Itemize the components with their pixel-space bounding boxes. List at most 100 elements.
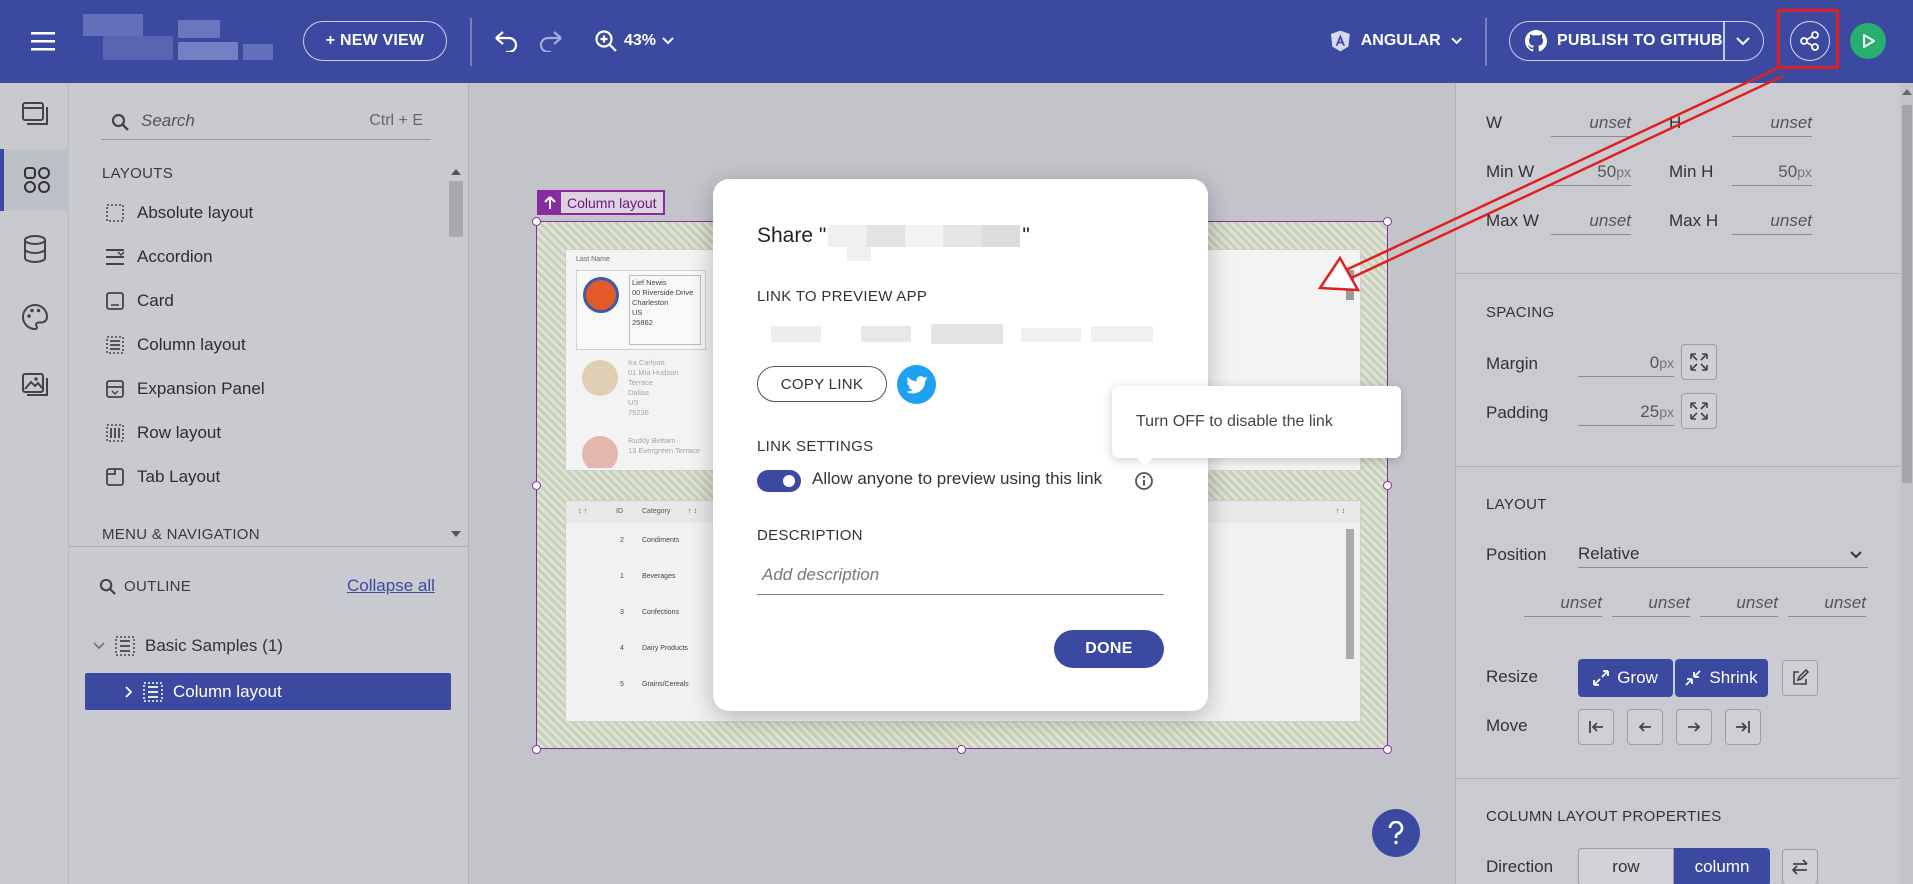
padding-input[interactable]: 25px xyxy=(1578,396,1674,426)
redacted-project-name xyxy=(847,247,871,261)
swap-direction-button[interactable] xyxy=(1782,849,1818,884)
absolute-layout-icon xyxy=(105,203,125,223)
margin-input[interactable]: 0px xyxy=(1578,347,1674,377)
position-label: Position xyxy=(1486,545,1547,564)
mini-card-city: Charleston xyxy=(632,298,669,307)
description-input[interactable]: Add description xyxy=(757,555,1164,595)
info-icon[interactable] xyxy=(1134,471,1154,491)
resize-handle[interactable] xyxy=(532,481,541,490)
mini-card-address: 01 Mia Hudson Terrace xyxy=(628,368,679,387)
scroll-down-icon[interactable] xyxy=(451,531,461,539)
scroll-up-icon[interactable] xyxy=(451,167,461,175)
framework-selector[interactable]: ANGULAR xyxy=(1330,26,1462,56)
position-select[interactable]: Relative xyxy=(1578,538,1868,568)
zoom-control[interactable]: 43% xyxy=(592,26,676,56)
allow-preview-toggle[interactable] xyxy=(757,470,801,492)
mini-cell: Confections xyxy=(642,609,679,616)
offset-bottom-input[interactable]: unset xyxy=(1700,587,1778,617)
components-scrollbar[interactable] xyxy=(447,167,465,541)
component-tab-layout[interactable]: Tab Layout xyxy=(105,457,220,497)
mini-cell: Dairy Products xyxy=(642,645,688,652)
resize-handle[interactable] xyxy=(957,745,966,754)
done-button[interactable]: DONE xyxy=(1054,630,1164,668)
menu-icon[interactable] xyxy=(28,27,58,55)
rail-themes[interactable] xyxy=(0,286,69,348)
mini-cell: Grains/Cereals xyxy=(642,681,689,688)
run-button[interactable] xyxy=(1850,23,1886,59)
allow-preview-label: Allow anyone to preview using this link xyxy=(812,469,1103,488)
move-first-button[interactable] xyxy=(1578,709,1614,745)
new-view-button[interactable]: + NEW VIEW xyxy=(303,21,447,61)
title-prefix: Share " xyxy=(757,224,827,247)
mini-cell: 4 xyxy=(620,645,624,652)
component-row-layout[interactable]: Row layout xyxy=(105,413,221,453)
outline-title: OUTLINE xyxy=(124,578,192,595)
offset-right-input[interactable]: unset xyxy=(1612,587,1690,617)
edit-resize-button[interactable] xyxy=(1782,660,1818,696)
publish-to-github-button[interactable]: PUBLISH TO GITHUB xyxy=(1509,21,1764,61)
resize-handle[interactable] xyxy=(1383,745,1392,754)
component-expansion-panel[interactable]: Expansion Panel xyxy=(105,369,265,409)
collapse-all-link[interactable]: Collapse all xyxy=(347,576,435,596)
search-icon[interactable] xyxy=(99,578,116,595)
copy-link-button[interactable]: COPY LINK xyxy=(757,366,887,402)
selection-tag[interactable]: Column layout xyxy=(537,190,665,215)
preview-link-url[interactable] xyxy=(771,324,1161,344)
chevron-down-icon[interactable] xyxy=(93,642,105,650)
move-right-button[interactable] xyxy=(1676,709,1712,745)
panel-divider xyxy=(69,546,469,547)
move-last-button[interactable] xyxy=(1725,709,1761,745)
rail-assets[interactable] xyxy=(0,353,69,415)
component-accordion[interactable]: Accordion xyxy=(105,237,213,277)
question-icon xyxy=(1388,821,1404,845)
twitter-share-button[interactable] xyxy=(897,365,936,404)
spacing-title: SPACING xyxy=(1486,304,1555,321)
grow-button[interactable]: Grow xyxy=(1578,659,1673,697)
arrow-to-end-icon xyxy=(1736,721,1750,733)
resize-handle[interactable] xyxy=(532,217,541,226)
mini-card: Lief Newis 00 Riverside Drive Charleston… xyxy=(576,270,706,350)
padding-link-button[interactable] xyxy=(1681,393,1717,429)
mini-card: Ruddy Bettam 13 Evergreen Terrace xyxy=(576,434,706,468)
search-placeholder: Search xyxy=(141,111,195,130)
margin-link-button[interactable] xyxy=(1681,344,1717,380)
rail-views[interactable] xyxy=(0,83,69,145)
component-absolute-layout[interactable]: Absolute layout xyxy=(105,193,253,233)
offset-top-input[interactable]: unset xyxy=(1524,587,1602,617)
link-settings-title: LINK SETTINGS xyxy=(757,438,874,455)
outline-tree-item[interactable]: Basic Samples (1) xyxy=(93,631,283,661)
chevron-down-icon[interactable] xyxy=(1736,37,1750,46)
mini-cell: Condiments xyxy=(642,537,680,544)
resize-handle[interactable] xyxy=(1383,481,1392,490)
undo-icon[interactable] xyxy=(490,25,522,57)
layouts-section-title: LAYOUTS xyxy=(102,165,174,182)
rail-data[interactable] xyxy=(0,218,69,280)
scrollbar-thumb[interactable] xyxy=(1902,105,1912,483)
scrollbar-thumb[interactable] xyxy=(449,181,463,237)
database-icon xyxy=(23,235,46,263)
mini-cell: 5 xyxy=(620,681,624,688)
offset-left-input[interactable]: unset xyxy=(1788,587,1866,617)
move-left-button[interactable] xyxy=(1627,709,1663,745)
scroll-up-icon[interactable] xyxy=(1902,87,1912,95)
card-icon xyxy=(105,291,125,311)
rail-components[interactable] xyxy=(0,149,69,211)
framework-label: ANGULAR xyxy=(1360,32,1441,49)
shrink-button[interactable]: Shrink xyxy=(1675,659,1768,697)
properties-scrollbar[interactable] xyxy=(1900,83,1913,884)
redo-icon[interactable] xyxy=(535,25,567,57)
help-button[interactable] xyxy=(1372,809,1420,857)
direction-toggle-column[interactable]: column xyxy=(1674,848,1770,884)
outline-tree-item-selected[interactable]: Column layout xyxy=(85,673,451,710)
component-card[interactable]: Card xyxy=(105,281,174,321)
chevron-right-icon[interactable] xyxy=(125,685,133,698)
move-label: Move xyxy=(1486,716,1528,735)
component-column-layout[interactable]: Column layout xyxy=(105,325,246,365)
resize-handle[interactable] xyxy=(532,745,541,754)
direction-toggle-row[interactable]: row xyxy=(1578,848,1674,884)
mini-card-city: Dallas xyxy=(628,388,649,397)
column-layout-icon xyxy=(105,335,125,355)
play-icon xyxy=(1863,34,1875,48)
component-search[interactable]: Search Ctrl + E xyxy=(101,105,431,140)
mini-card: Ira Carlyon 01 Mia Hudson Terrace Dallas… xyxy=(576,356,706,426)
